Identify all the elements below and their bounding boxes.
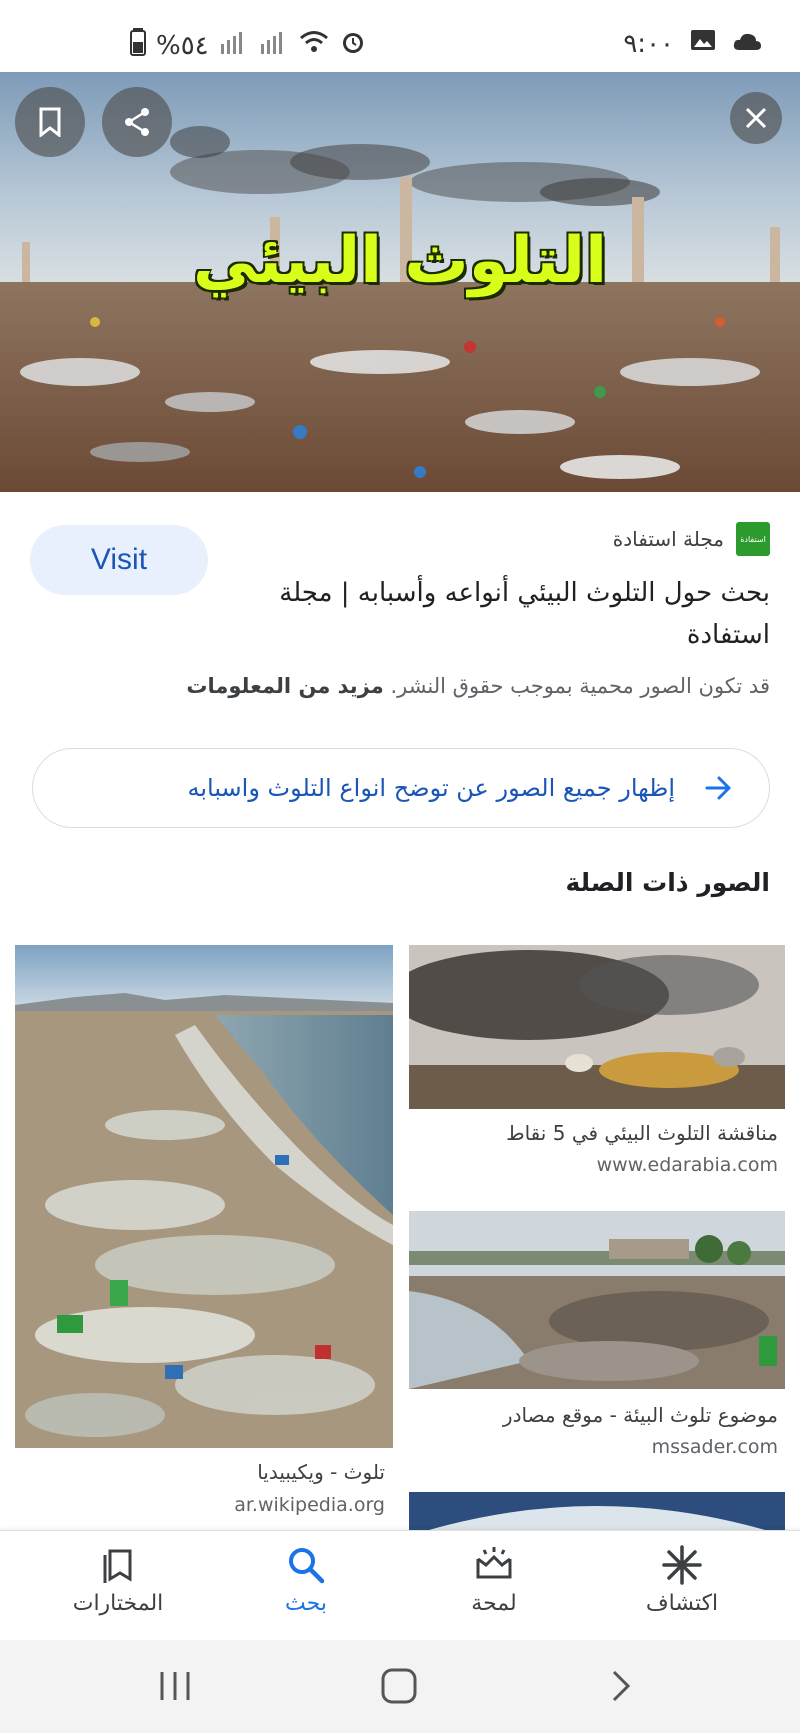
wifi-icon: [299, 29, 329, 62]
home-button[interactable]: [375, 1664, 425, 1708]
bookmarks-icon: [103, 1549, 132, 1583]
nav-bookmarks[interactable]: المختارات: [48, 1543, 188, 1633]
show-all-images-button[interactable]: إظهار جميع الصور عن توضح انواع التلوث وا…: [32, 748, 770, 828]
related-image-3[interactable]: [15, 945, 393, 1448]
arrow-forward-icon: [705, 776, 731, 800]
close-button[interactable]: [730, 92, 782, 144]
related-heading: الصور ذات الصلة: [565, 868, 770, 897]
related-image-2[interactable]: [409, 1211, 785, 1389]
nav-label-snapshot: لمحة: [471, 1591, 517, 1616]
snapshot-icon: [476, 1547, 512, 1579]
discover-icon: [662, 1545, 702, 1585]
nav-search[interactable]: بحث: [236, 1543, 376, 1633]
recent-apps-button[interactable]: [150, 1668, 200, 1704]
nav-discover[interactable]: اكتشاف: [612, 1543, 752, 1633]
battery-icon: [130, 28, 146, 63]
source-row[interactable]: استفادة مجلة استفادة: [613, 522, 770, 556]
nav-label-search: بحث: [285, 1591, 327, 1616]
show-all-label: إظهار جميع الصور عن توضح انواع التلوث وا…: [187, 774, 675, 802]
related-caption-1: مناقشة التلوث البيئي في 5 نقاط: [506, 1121, 778, 1145]
result-title[interactable]: بحث حول التلوث البيئي أنواعه وأسبابه | م…: [250, 572, 770, 656]
bottom-nav: المختارات بحث لمحة اكتشاف: [0, 1530, 800, 1640]
copyright-text: قد تكون الصور محمية بموجب حقوق النشر.: [390, 674, 770, 698]
image-icon: [690, 28, 716, 59]
related-image-4[interactable]: [409, 1492, 785, 1530]
chevron-right-icon: [612, 1670, 631, 1702]
status-right: ٩:٠٠: [623, 28, 762, 59]
battery-text: %٥٤: [156, 30, 209, 61]
clock-text: ٩:٠٠: [623, 28, 674, 59]
system-nav-bar: [0, 1640, 800, 1733]
alarm-icon: [339, 28, 367, 63]
bookmark-icon: [39, 107, 61, 137]
back-button[interactable]: [600, 1664, 640, 1708]
cloud-icon: [732, 29, 762, 59]
source-name: مجلة استفادة: [612, 527, 724, 551]
hero-title: التلوث البيئي: [192, 224, 608, 298]
related-caption-3: تلوث - ويكيبيديا: [257, 1460, 385, 1484]
share-button[interactable]: [102, 87, 172, 157]
status-bar: %٥٤ ٩:٠٠: [0, 0, 800, 72]
source-logo: استفادة: [736, 522, 770, 556]
search-icon: [289, 1548, 325, 1584]
related-source-3: ar.wikipedia.org: [234, 1494, 385, 1516]
nav-label-discover: اكتشاف: [645, 1591, 719, 1616]
more-info-link[interactable]: مزيد من المعلومات: [186, 674, 383, 698]
related-source-1: www.edarabia.com: [596, 1154, 778, 1176]
signal-icon: [219, 30, 249, 61]
home-icon: [381, 1668, 417, 1704]
nav-snapshot[interactable]: لمحة: [424, 1543, 564, 1633]
share-icon: [125, 108, 149, 136]
visit-button[interactable]: Visit: [30, 525, 208, 595]
nav-label-bookmarks: المختارات: [72, 1591, 164, 1616]
related-caption-2: موضوع تلوث البيئة - موقع مصادر: [502, 1403, 778, 1427]
status-left: %٥٤: [130, 28, 367, 63]
close-icon: [745, 107, 767, 129]
related-image-1[interactable]: [409, 945, 785, 1109]
recent-apps-icon: [160, 1672, 190, 1700]
related-source-2: mssader.com: [651, 1436, 778, 1458]
copyright-notice: قد تكون الصور محمية بموجب حقوق النشر. مز…: [70, 674, 770, 698]
signal-icon-2: [259, 30, 289, 61]
bookmark-button[interactable]: [15, 87, 85, 157]
